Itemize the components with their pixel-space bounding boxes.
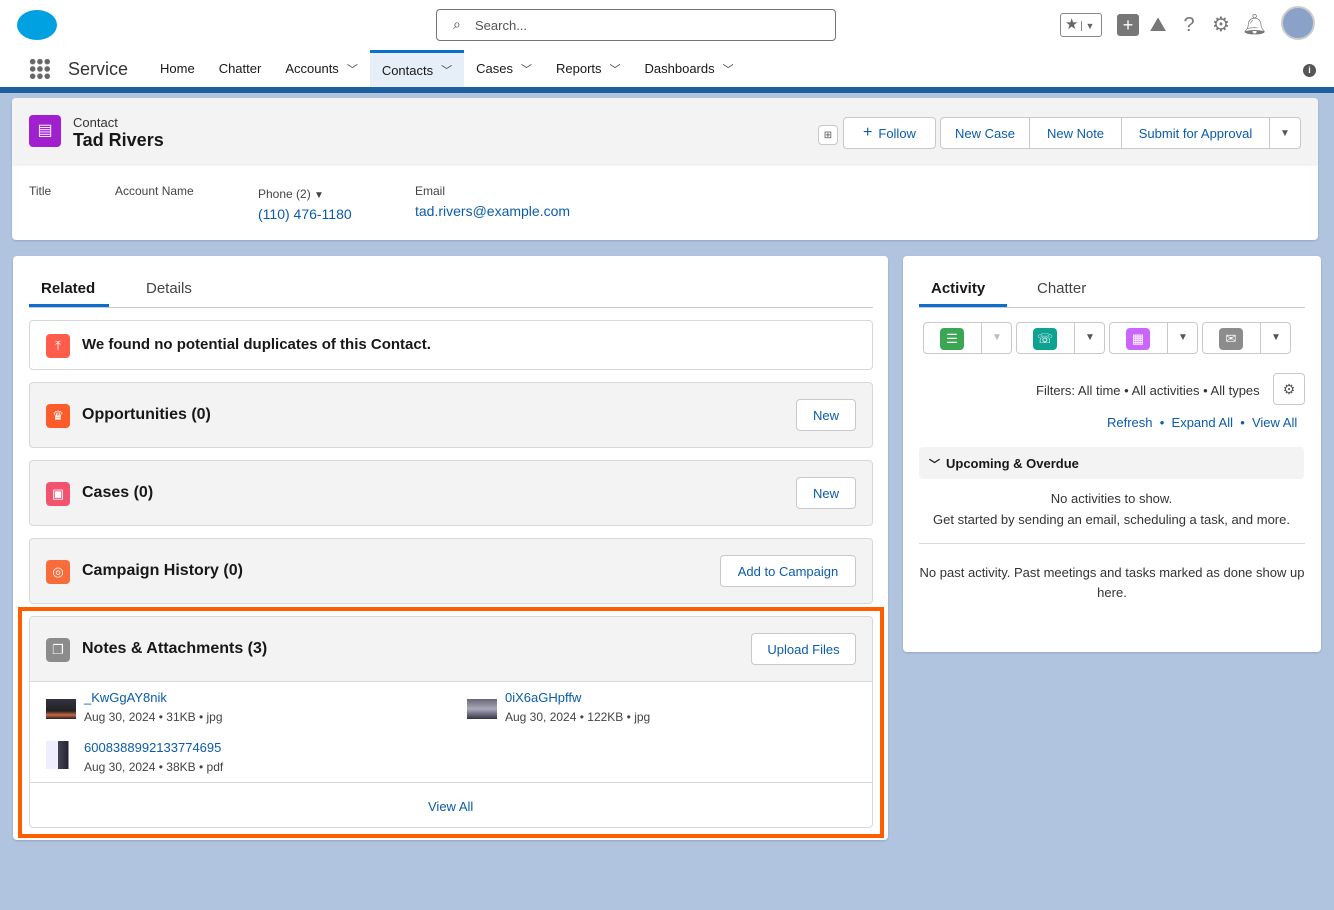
global-header: ⌕ Search... ★ ▼ + ⛰ ? ⚙ 🔔︎ Service Home Ch…	[0, 0, 1334, 87]
avatar[interactable]	[1281, 6, 1315, 40]
new-opportunity-button[interactable]: New	[796, 399, 856, 431]
email-link[interactable]: tad.rivers@example.com	[415, 203, 570, 219]
nav-contacts[interactable]: Contacts ﹀	[369, 50, 465, 87]
campaign-target-icon: ◎	[46, 560, 70, 584]
global-create-icon[interactable]: +	[1117, 14, 1139, 36]
email-icon: ✉	[1219, 328, 1243, 350]
nav-home[interactable]: Home	[148, 50, 207, 87]
upcoming-overdue-section[interactable]: ﹀ Upcoming & Overdue	[919, 447, 1304, 479]
chevron-down-icon[interactable]: ▼	[1260, 323, 1291, 353]
chevron-down-icon[interactable]: ﹀	[521, 61, 532, 77]
submit-for-approval-button[interactable]: Submit for Approval	[1121, 117, 1270, 149]
campaign-history-card: ◎ Campaign History (0) Add to Campaign	[29, 538, 873, 604]
search-icon: ⌕	[453, 16, 461, 32]
refresh-link[interactable]: Refresh	[1107, 415, 1153, 430]
chevron-down-icon[interactable]: ﹀	[347, 61, 358, 77]
record-name: Tad Rivers	[73, 130, 164, 150]
new-note-button[interactable]: New Note	[1029, 117, 1122, 149]
task-icon: ☰	[940, 328, 964, 350]
trailhead-icon[interactable]: ⛰	[1147, 14, 1169, 36]
duplicate-icon: ⤒	[46, 334, 70, 358]
add-to-campaign-button[interactable]: Add to Campaign	[720, 555, 856, 587]
nav-chatter[interactable]: Chatter	[207, 50, 274, 87]
app-name: Service	[68, 59, 129, 79]
nav-reports[interactable]: Reports ﹀	[544, 50, 633, 87]
chevron-down-icon[interactable]: ﹀	[610, 61, 621, 77]
chevron-down-icon[interactable]: ﹀	[723, 61, 734, 77]
tabs-divider	[29, 307, 873, 308]
view-all-link[interactable]: View All	[1252, 415, 1297, 430]
new-task-button[interactable]: ☰ ▼	[923, 322, 1012, 354]
salesforce-logo[interactable]	[17, 10, 57, 40]
search-input[interactable]: ⌕ Search...	[436, 9, 836, 41]
new-case-button[interactable]: New Case	[940, 117, 1030, 149]
tabs-divider	[919, 307, 1305, 308]
tab-activity[interactable]: Activity	[931, 280, 985, 297]
hierarchy-button[interactable]: ⊞	[818, 125, 838, 145]
phone-dropdown[interactable]: Phone (2) ▼	[258, 187, 324, 201]
more-actions-button[interactable]: ▼	[1269, 117, 1301, 149]
expand-all-link[interactable]: Expand All	[1172, 415, 1233, 430]
tab-related[interactable]: Related	[41, 280, 95, 297]
chevron-down-icon: ﹀	[929, 459, 940, 471]
record-highlights: ▤ Contact Tad Rivers ⊞ + Follow New Case …	[12, 98, 1318, 240]
contact-icon: ▤	[29, 115, 61, 147]
nav-accounts[interactable]: Accounts ﹀	[273, 50, 369, 87]
favorites-button[interactable]: ★ ▼	[1060, 13, 1102, 37]
opportunities-card: ♛ Opportunities (0) New	[29, 382, 873, 448]
notifications-bell-icon[interactable]: 🔔︎	[1242, 14, 1267, 36]
setup-gear-icon[interactable]: ⚙	[1210, 14, 1232, 36]
app-launcher-icon[interactable]	[29, 58, 51, 80]
new-event-button[interactable]: ▦ ▼	[1109, 322, 1198, 354]
chevron-down-icon[interactable]: ▼	[1074, 323, 1105, 353]
log-call-button[interactable]: ☏ ▼	[1016, 322, 1105, 354]
nav-bar: Home Chatter Accounts ﹀ Contacts ﹀ Cases ﹀ …	[148, 50, 746, 87]
case-briefcase-icon: ▣	[46, 482, 70, 506]
divider	[919, 543, 1305, 544]
highlight-box	[18, 607, 884, 838]
chevron-down-icon[interactable]: ▼	[1167, 323, 1198, 353]
phone-icon: ☏	[1033, 328, 1057, 350]
cases-card: ▣ Cases (0) New	[29, 460, 873, 526]
opportunity-crown-icon: ♛	[46, 404, 70, 428]
tab-details[interactable]: Details	[146, 280, 192, 297]
nav-cases[interactable]: Cases ﹀	[464, 50, 544, 87]
info-icon[interactable]: i	[1303, 64, 1316, 77]
chevron-down-icon[interactable]: ▼	[981, 323, 1012, 353]
calendar-icon: ▦	[1126, 328, 1150, 350]
phone-link[interactable]: (110) 476-1180	[258, 206, 352, 222]
help-icon[interactable]: ?	[1178, 14, 1200, 36]
follow-button[interactable]: + Follow	[843, 117, 936, 149]
nav-dashboards[interactable]: Dashboards ﹀	[633, 50, 746, 87]
chevron-down-icon[interactable]: ﹀	[441, 62, 452, 78]
duplicates-card: ⤒ We found no potential duplicates of th…	[29, 320, 873, 370]
header-band	[0, 87, 1334, 93]
email-button[interactable]: ✉ ▼	[1202, 322, 1291, 354]
filter-settings-button[interactable]: ⚙	[1273, 373, 1305, 405]
tab-chatter[interactable]: Chatter	[1037, 280, 1086, 297]
new-case-related-button[interactable]: New	[796, 477, 856, 509]
